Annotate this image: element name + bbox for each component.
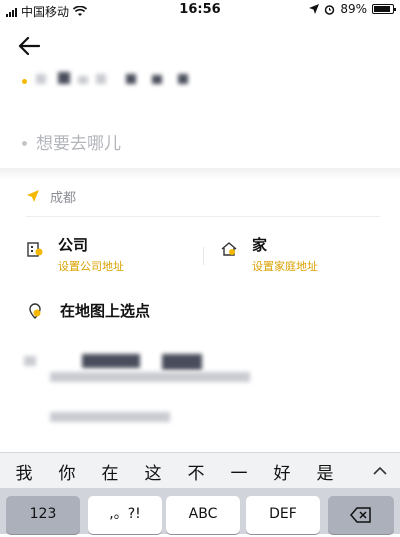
battery-percent: 89% (340, 2, 367, 16)
status-right: 89% (309, 2, 396, 16)
redacted-block (50, 372, 250, 382)
alarm-icon (325, 4, 335, 15)
abc-key[interactable]: ABC (166, 496, 240, 534)
backspace-icon (350, 507, 371, 523)
candidate-word[interactable]: 在 (98, 459, 122, 484)
chevron-up-icon[interactable] (372, 463, 388, 479)
company-subtitle: 设置公司地址 (58, 260, 124, 273)
keyboard-row: 123 ,。?! ABC DEF (0, 496, 400, 534)
delete-key[interactable] (328, 496, 394, 534)
city-label: 成都 (50, 190, 77, 206)
section-shadow (0, 168, 400, 180)
redacted-block (162, 354, 202, 370)
redacted-block (178, 74, 188, 84)
divider (26, 216, 380, 217)
candidate-word[interactable]: 这 (141, 459, 165, 484)
candidate-word[interactable]: 你 (55, 459, 79, 484)
map-pin-icon (29, 302, 41, 319)
home-shortcut[interactable]: 家 设置家庭地址 (220, 234, 318, 274)
redacted-block (126, 74, 136, 84)
redacted-block (78, 76, 88, 84)
origin-field[interactable] (22, 70, 382, 92)
battery-icon (372, 4, 396, 14)
history-item[interactable] (20, 348, 380, 388)
redacted-block (36, 74, 46, 84)
candidate-bar: 我 你 在 这 不 一 好 是 (0, 452, 400, 488)
vertical-divider (203, 247, 204, 265)
redacted-block (50, 412, 170, 422)
destination-dot-icon (22, 141, 27, 146)
destination-input[interactable] (36, 130, 366, 158)
company-title: 公司 (58, 236, 89, 254)
home-icon (221, 242, 237, 256)
redacted-block (82, 354, 140, 368)
redacted-block (58, 72, 70, 84)
redacted-block (24, 356, 36, 366)
location-arrow-icon (27, 190, 39, 202)
candidate-word[interactable]: 好 (270, 459, 294, 484)
history-item[interactable] (20, 408, 380, 428)
back-arrow-icon (18, 36, 41, 56)
punctuation-key[interactable]: ,。?! (88, 496, 162, 534)
home-subtitle: 设置家庭地址 (252, 260, 318, 273)
pick-on-map[interactable]: 在地图上选点 (26, 300, 150, 321)
candidate-word[interactable]: 是 (313, 459, 337, 484)
home-title: 家 (252, 236, 268, 254)
location-arrow-icon (309, 4, 320, 14)
origin-dot-icon (22, 79, 27, 84)
battery-fill (374, 6, 390, 12)
candidate-word[interactable]: 一 (227, 459, 251, 484)
destination-row[interactable] (22, 130, 382, 158)
status-bar: 中国移动 16:56 89% (0, 0, 400, 20)
redacted-block (152, 75, 162, 84)
candidate-word[interactable]: 不 (184, 459, 208, 484)
pick-on-map-label: 在地图上选点 (60, 302, 151, 320)
building-icon (27, 242, 43, 257)
current-city[interactable]: 成都 (26, 186, 76, 206)
back-button[interactable] (18, 32, 46, 60)
numbers-key[interactable]: 123 (6, 496, 80, 534)
def-key[interactable]: DEF (246, 496, 320, 534)
redacted-block (96, 74, 106, 84)
company-shortcut[interactable]: 公司 设置公司地址 (26, 234, 124, 274)
candidate-word[interactable]: 我 (12, 459, 36, 484)
